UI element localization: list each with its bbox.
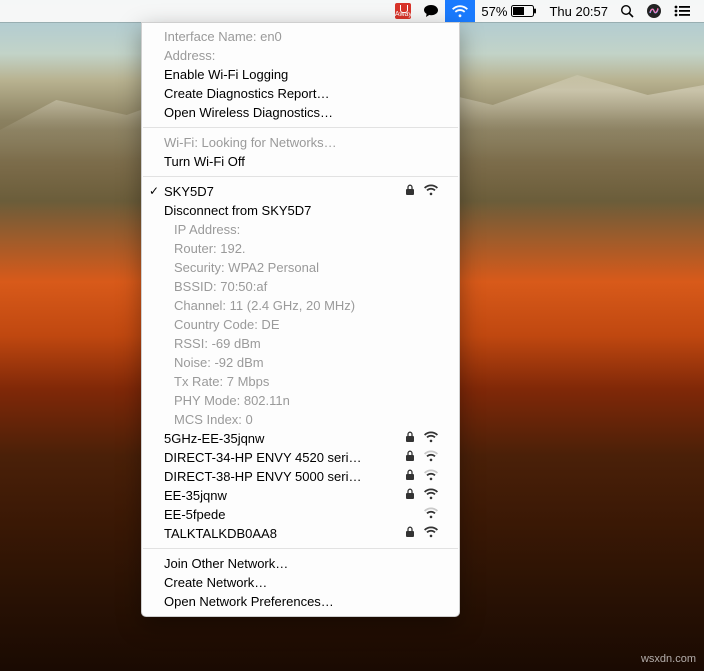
detail-noise: Noise: -92 dBm xyxy=(142,353,459,372)
lock-icon xyxy=(405,431,415,446)
lock-icon xyxy=(405,488,415,503)
detail-ip: IP Address: xyxy=(142,220,459,239)
lock-icon xyxy=(405,450,415,465)
away-status-icon[interactable]: Away xyxy=(389,0,417,22)
connected-network-row[interactable]: ✓ SKY5D7 xyxy=(142,182,459,201)
network-row[interactable]: EE-35jqnw xyxy=(142,486,459,505)
enable-wifi-logging[interactable]: Enable Wi-Fi Logging xyxy=(142,65,459,84)
turn-wifi-off[interactable]: Turn Wi-Fi Off xyxy=(142,152,459,171)
open-network-preferences[interactable]: Open Network Preferences… xyxy=(142,592,459,611)
wifi-signal-icon xyxy=(423,184,439,199)
wifi-signal-icon xyxy=(423,431,439,446)
network-name: EE-35jqnw xyxy=(164,488,397,503)
lock-icon xyxy=(405,469,415,484)
network-name: SKY5D7 xyxy=(164,184,397,199)
separator xyxy=(143,127,458,128)
menubar: Away 57% Thu 20:57 xyxy=(0,0,704,22)
address-row: Address: xyxy=(142,46,459,65)
wifi-signal-icon xyxy=(423,488,439,503)
network-name: DIRECT-38-HP ENVY 5000 seri… xyxy=(164,469,397,484)
network-row[interactable]: TALKTALKDB0AA8 xyxy=(142,524,459,543)
network-name: TALKTALKDB0AA8 xyxy=(164,526,397,541)
battery-icon xyxy=(511,5,537,17)
create-network[interactable]: Create Network… xyxy=(142,573,459,592)
battery-percent-label: 57% xyxy=(481,4,507,19)
detail-country: Country Code: DE xyxy=(142,315,459,334)
lock-icon xyxy=(405,526,415,541)
network-row[interactable]: EE-5fpede xyxy=(142,505,459,524)
detail-bssid: BSSID: 70:50:af xyxy=(142,277,459,296)
create-diagnostics-report[interactable]: Create Diagnostics Report… xyxy=(142,84,459,103)
wifi-signal-icon xyxy=(423,469,439,484)
network-row[interactable]: DIRECT-34-HP ENVY 4520 seri… xyxy=(142,448,459,467)
network-row[interactable]: 5GHz-EE-35jqnw xyxy=(142,429,459,448)
siri-icon[interactable] xyxy=(640,0,668,22)
detail-router: Router: 192. xyxy=(142,239,459,258)
detail-mcs: MCS Index: 0 xyxy=(142,410,459,429)
detail-channel: Channel: 11 (2.4 GHz, 20 MHz) xyxy=(142,296,459,315)
wifi-menu-icon[interactable] xyxy=(445,0,475,22)
wifi-signal-icon xyxy=(423,450,439,465)
disconnect-network[interactable]: Disconnect from SKY5D7 xyxy=(142,201,459,220)
checkmark-icon: ✓ xyxy=(149,184,159,198)
notification-center-icon[interactable] xyxy=(668,0,696,22)
watermark: wsxdn.com xyxy=(641,653,696,665)
join-other-network[interactable]: Join Other Network… xyxy=(142,554,459,573)
separator xyxy=(143,176,458,177)
network-row[interactable]: DIRECT-38-HP ENVY 5000 seri… xyxy=(142,467,459,486)
desktop-background: Away 57% Thu 20:57 Interface Name: en0 A… xyxy=(0,0,704,671)
network-name: EE-5fpede xyxy=(164,507,415,522)
network-name: DIRECT-34-HP ENVY 4520 seri… xyxy=(164,450,397,465)
detail-security: Security: WPA2 Personal xyxy=(142,258,459,277)
separator xyxy=(143,548,458,549)
open-wireless-diagnostics[interactable]: Open Wireless Diagnostics… xyxy=(142,103,459,122)
interface-name-row: Interface Name: en0 xyxy=(142,27,459,46)
lock-icon xyxy=(405,184,415,199)
wifi-signal-icon xyxy=(423,526,439,541)
detail-rssi: RSSI: -69 dBm xyxy=(142,334,459,353)
clock-label[interactable]: Thu 20:57 xyxy=(543,0,614,22)
wifi-status-row: Wi-Fi: Looking for Networks… xyxy=(142,133,459,152)
wifi-signal-icon xyxy=(423,507,439,522)
spotlight-icon[interactable] xyxy=(614,0,640,22)
detail-phy: PHY Mode: 802.11n xyxy=(142,391,459,410)
detail-txrate: Tx Rate: 7 Mbps xyxy=(142,372,459,391)
battery-status[interactable]: 57% xyxy=(475,0,543,22)
network-name: 5GHz-EE-35jqnw xyxy=(164,431,397,446)
available-networks: 5GHz-EE-35jqnw DIRECT-34-HP ENVY 4520 ser… xyxy=(142,429,459,543)
chat-bubble-icon[interactable] xyxy=(417,0,445,22)
wifi-dropdown: Interface Name: en0 Address: Enable Wi-F… xyxy=(141,22,460,617)
